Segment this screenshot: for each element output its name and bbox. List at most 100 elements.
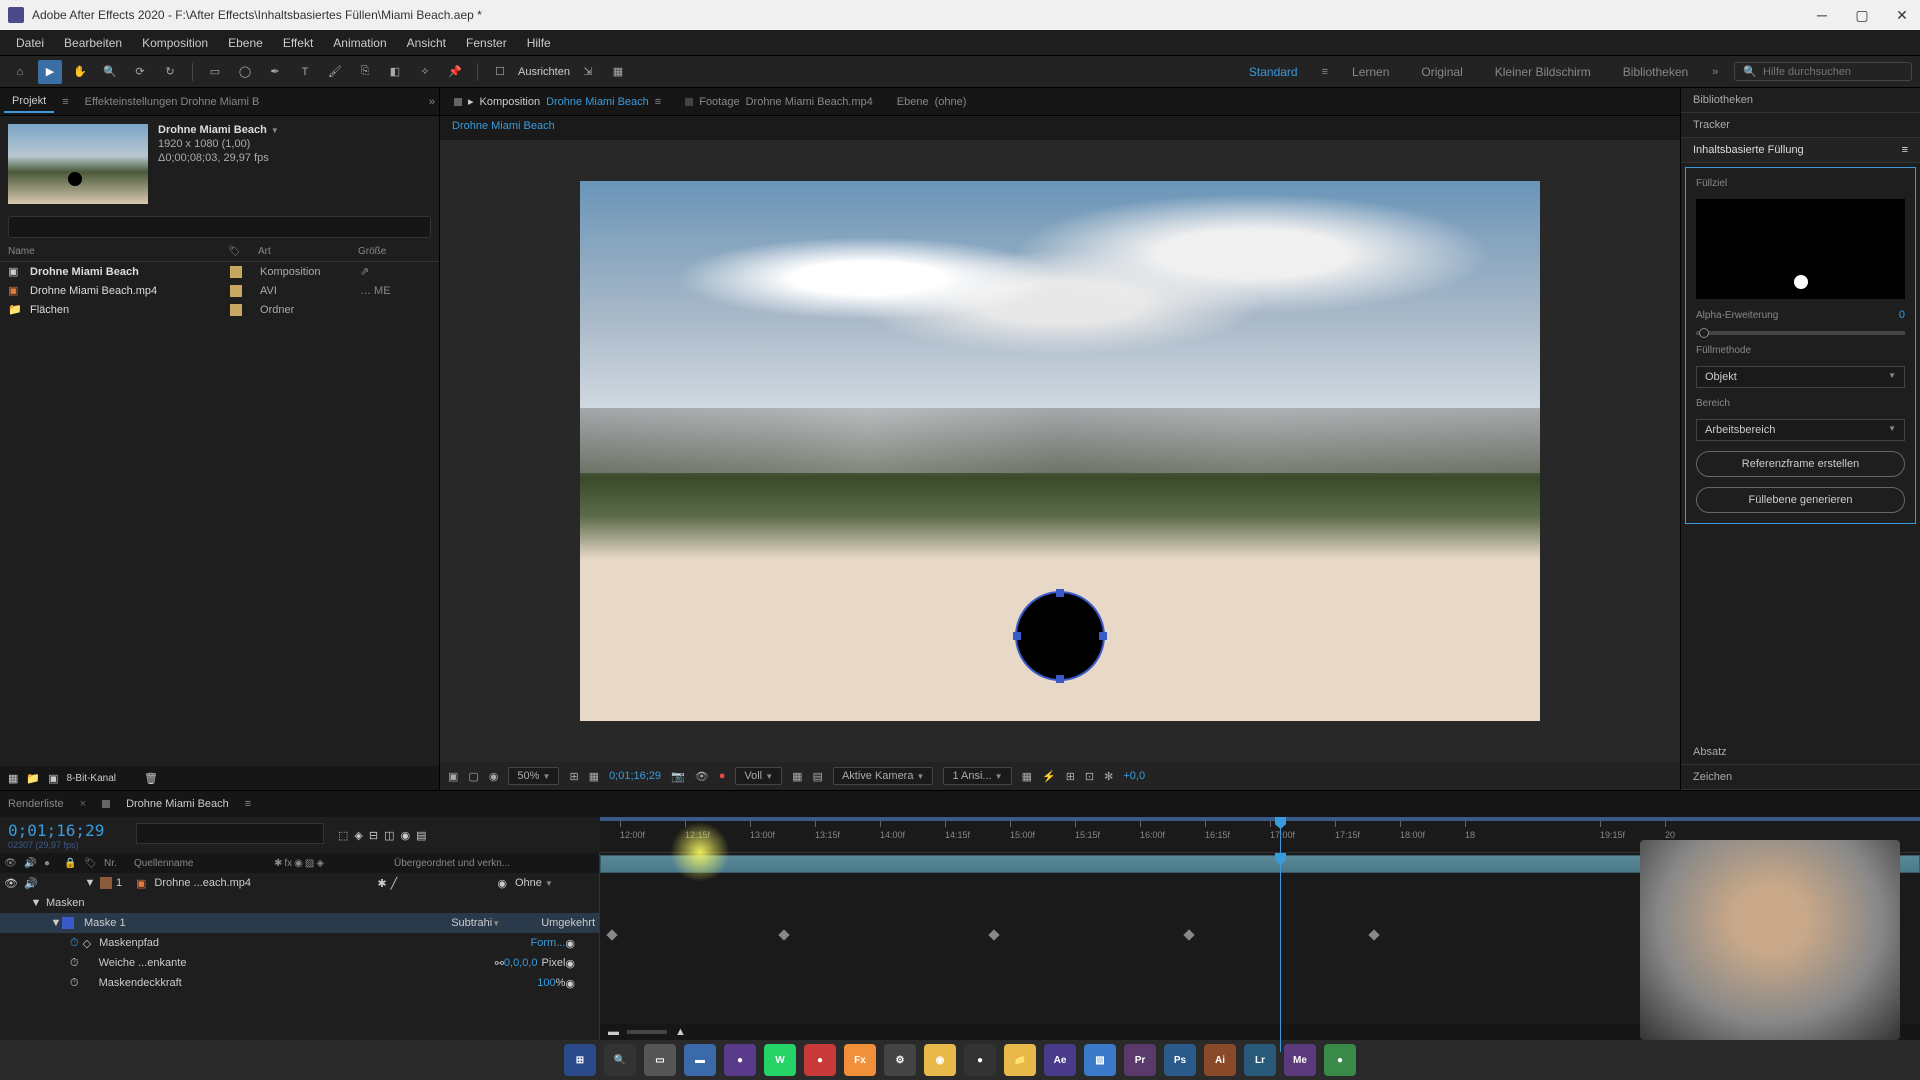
masks-expand-icon[interactable]: ▼	[30, 897, 42, 909]
motion-blur-icon[interactable]: ◉	[401, 829, 411, 842]
rect-tool[interactable]: ▭	[203, 60, 227, 84]
lock-toggle-icon[interactable]: 🔒	[60, 858, 80, 869]
minimize-button[interactable]: ─	[1812, 5, 1832, 25]
mask-feather-value[interactable]: 0,0,0,0	[504, 957, 538, 969]
taskbar-premiere[interactable]: Pr	[1124, 1044, 1156, 1076]
tab-tracker[interactable]: Tracker	[1681, 113, 1920, 138]
search-button[interactable]: 🔍	[604, 1044, 636, 1076]
frame-blend-icon[interactable]: ◫	[384, 829, 394, 842]
zoom-slider[interactable]	[627, 1030, 667, 1034]
taskbar-app[interactable]: ▧	[1084, 1044, 1116, 1076]
taskbar-lightroom[interactable]: Lr	[1244, 1044, 1276, 1076]
timeline-search-input[interactable]	[136, 823, 324, 844]
fill-method-select[interactable]: Objekt ▼	[1696, 366, 1905, 388]
viewer-timecode[interactable]: 0;01;16;29	[609, 770, 661, 782]
taskbar-app[interactable]: ●	[804, 1044, 836, 1076]
snapshot-icon[interactable]: 📷	[671, 770, 685, 783]
col-name[interactable]: Name	[8, 246, 228, 257]
pixel-aspect-icon[interactable]: ▦	[1022, 770, 1032, 783]
collapse-icon[interactable]: ◉	[294, 858, 303, 869]
mask-handle-bottom[interactable]	[1056, 675, 1064, 683]
current-timecode[interactable]: 0;01;16;29	[8, 821, 122, 840]
toggle-alpha-icon[interactable]: ▣	[448, 770, 458, 783]
toggle-mask-icon[interactable]: ◉	[489, 770, 499, 783]
bit-depth-button[interactable]: 8-Bit-Kanal	[67, 773, 116, 784]
keyframe[interactable]	[1183, 929, 1194, 940]
fx-icon[interactable]: fx	[284, 858, 292, 869]
keyframe[interactable]	[1368, 929, 1379, 940]
ellipse-tool[interactable]: ◯	[233, 60, 257, 84]
snap-options[interactable]: ⇲	[576, 60, 600, 84]
keyframe[interactable]	[606, 929, 617, 940]
zoom-tool[interactable]: 🔍	[98, 60, 122, 84]
camera-select[interactable]: Aktive Kamera ▼	[833, 767, 934, 785]
project-item-folder[interactable]: 📁 Flächen Ordner	[0, 300, 439, 319]
taskbar-app[interactable]: ●	[1324, 1044, 1356, 1076]
stopwatch-icon[interactable]: ⏱	[70, 937, 79, 950]
layer-shy-icon[interactable]: ✱	[377, 877, 386, 890]
col-size[interactable]: Größe	[358, 246, 418, 257]
mask-expand-icon[interactable]: ▼	[50, 917, 62, 929]
region-icon[interactable]: ▦	[589, 770, 599, 783]
new-folder-icon[interactable]: 📁	[26, 772, 40, 785]
eraser-tool[interactable]: ◧	[383, 60, 407, 84]
show-snapshot-icon[interactable]: 👁	[695, 770, 709, 783]
fast-preview-icon[interactable]: ⚡	[1042, 770, 1056, 783]
col-type[interactable]: Art	[258, 246, 358, 257]
menu-effect[interactable]: Effekt	[275, 32, 321, 54]
selection-tool[interactable]: ▶	[38, 60, 62, 84]
comp-tab-layer[interactable]: Ebene (ohne)	[887, 92, 977, 112]
tab-libraries[interactable]: Bibliotheken	[1681, 88, 1920, 113]
roto-tool[interactable]: ✧	[413, 60, 437, 84]
rotate-tool[interactable]: ↻	[158, 60, 182, 84]
taskbar-after-effects[interactable]: Ae	[1044, 1044, 1076, 1076]
guides-icon[interactable]: ▤	[813, 770, 823, 783]
workspace-standard[interactable]: Standard	[1241, 61, 1306, 83]
exposure-value[interactable]: +0,0	[1123, 770, 1145, 782]
alpha-expansion-value[interactable]: 0	[1899, 309, 1905, 321]
views-select[interactable]: 1 Ansi... ▼	[943, 767, 1011, 785]
mask-path-value[interactable]: Form...	[531, 937, 566, 949]
comp-tab-menu-icon[interactable]: ≡	[655, 96, 661, 108]
keyframe-nav-icon[interactable]: ◇	[83, 937, 91, 950]
layer-row-1[interactable]: 👁 🔊 ▼ 1 ▣ Drohne ...each.mp4 ✱ ╱ ◉ Ohne …	[0, 873, 599, 893]
audio-toggle-icon[interactable]: 🔊	[20, 858, 40, 869]
alpha-expansion-slider[interactable]	[1696, 331, 1905, 335]
help-search-input[interactable]	[1763, 66, 1903, 78]
brush-tool[interactable]: 🖌	[323, 60, 347, 84]
mask-path-row[interactable]: ⏱ ◇ Maskenpfad Form... ◉	[0, 933, 599, 953]
av-toggle-icon[interactable]: 👁	[0, 858, 20, 869]
viewer-canvas[interactable]	[580, 181, 1540, 721]
quality-icon[interactable]: ▨	[305, 858, 314, 869]
3d-icon[interactable]: ◈	[316, 858, 324, 869]
viewer[interactable]	[440, 140, 1680, 762]
tab-paragraph[interactable]: Absatz	[1681, 740, 1920, 765]
menu-edit[interactable]: Bearbeiten	[56, 32, 130, 54]
video-visible-icon[interactable]: 👁	[4, 877, 24, 890]
snap-checkbox[interactable]: ☐	[488, 60, 512, 84]
zoom-out-icon[interactable]: ▬	[608, 1026, 619, 1038]
mask-inverted-label[interactable]: Umgekehrt	[541, 917, 595, 929]
keyframe[interactable]	[778, 929, 789, 940]
mask-mode-select[interactable]: Subtrahi▼	[451, 917, 521, 929]
project-thumbnail[interactable]	[8, 124, 148, 204]
menu-help[interactable]: Hilfe	[519, 32, 559, 54]
taskbar-app[interactable]: ●	[724, 1044, 756, 1076]
track-playhead[interactable]	[1280, 853, 1281, 1040]
expression-pickwhip-icon[interactable]: ◉	[565, 957, 575, 970]
shy-icon[interactable]: ✱	[274, 858, 282, 869]
range-select[interactable]: Arbeitsbereich ▼	[1696, 419, 1905, 441]
layer-color-swatch[interactable]	[100, 877, 112, 889]
mask-shape[interactable]	[1015, 591, 1105, 681]
taskbar-photoshop[interactable]: Ps	[1164, 1044, 1196, 1076]
help-search[interactable]: 🔍	[1734, 62, 1912, 81]
parent-select[interactable]: Ohne ▼	[515, 877, 595, 889]
color-swatch[interactable]	[230, 266, 242, 278]
text-tool[interactable]: T	[293, 60, 317, 84]
mask-opacity-value[interactable]: 100	[537, 977, 555, 989]
taskbar-obs[interactable]: ●	[964, 1044, 996, 1076]
stopwatch-icon[interactable]: ⏱	[70, 977, 79, 990]
flowchart-icon[interactable]: ⊡	[1085, 770, 1094, 783]
workspace-original[interactable]: Original	[1413, 61, 1470, 83]
workspace-libraries[interactable]: Bibliotheken	[1615, 61, 1696, 83]
